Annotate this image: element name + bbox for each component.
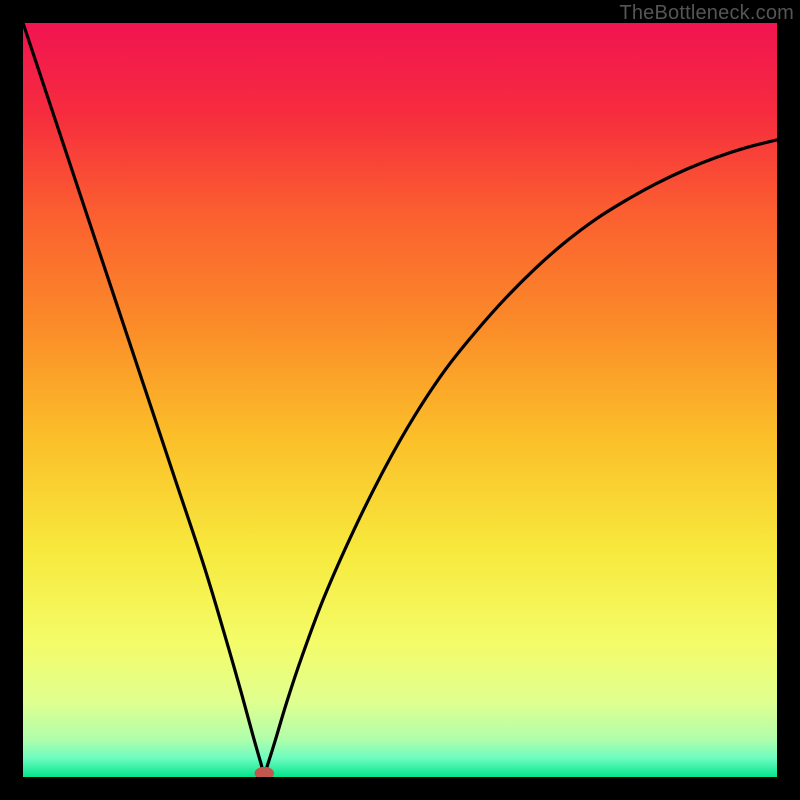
attribution-text: TheBottleneck.com (619, 2, 794, 25)
chart-frame: TheBottleneck.com (0, 0, 800, 800)
plot-background (23, 23, 777, 777)
bottleneck-chart (23, 23, 777, 777)
